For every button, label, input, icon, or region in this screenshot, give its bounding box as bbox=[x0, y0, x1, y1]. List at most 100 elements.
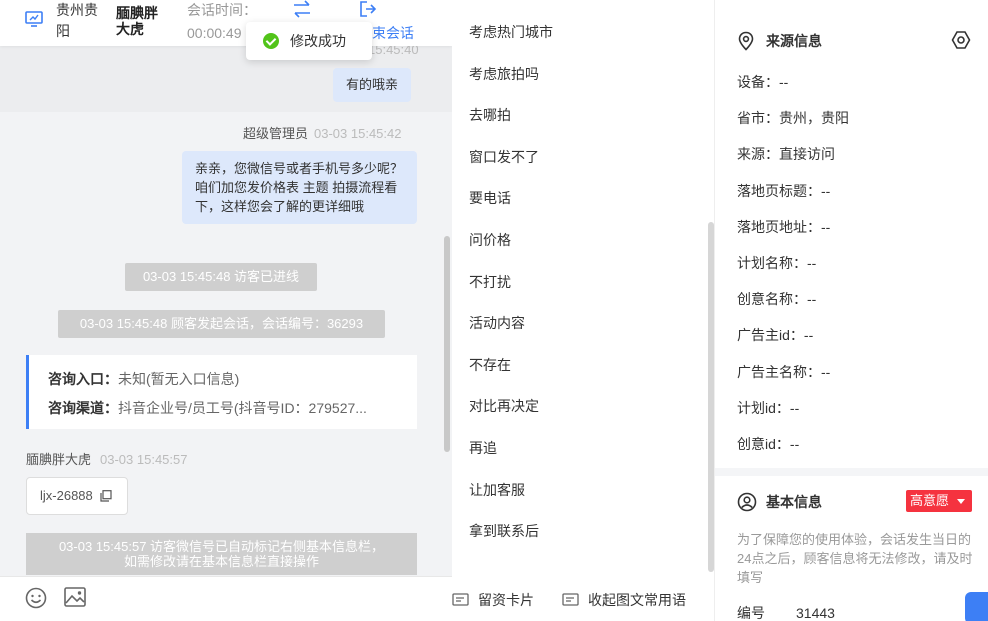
source-info-label: 省市： bbox=[737, 110, 779, 127]
phrase-item[interactable]: 让加客服 bbox=[469, 480, 525, 500]
agent-message-time: 03-03 15:45:42 bbox=[314, 126, 402, 141]
consult-entry-value: 未知(暂无入口信息) bbox=[118, 371, 240, 387]
floating-chat-button[interactable] bbox=[965, 592, 988, 621]
phrases-toolbar: 留资卡片 收起图文常用语 bbox=[452, 580, 714, 621]
source-info-label: 创意id： bbox=[737, 436, 790, 452]
agent-message-header: 超级管理员 03-03 15:45:42 bbox=[243, 125, 401, 143]
consult-entry-row: 咨询入口：未知(暂无入口信息) bbox=[48, 370, 404, 388]
source-info-row: 广告主id：-- bbox=[737, 325, 813, 345]
monitor-icon bbox=[25, 11, 43, 27]
success-toast: 修改成功 bbox=[246, 22, 372, 60]
phrase-item[interactable]: 不打扰 bbox=[469, 272, 511, 292]
agent-message: 亲亲，您微信号或者手机号多少呢？咱们加您发价格表 主题 拍摄流程看下，这样您会了… bbox=[182, 151, 417, 224]
source-info-value: -- bbox=[807, 255, 817, 271]
source-info-label: 设备： bbox=[737, 74, 779, 90]
input-toolbar bbox=[0, 576, 452, 621]
intent-level-dropdown[interactable]: 高意愿 bbox=[906, 490, 972, 512]
visitor-message-header: 腼腆胖大虎 03-03 15:45:57 bbox=[26, 451, 187, 469]
source-info-label: 创意名称： bbox=[737, 291, 807, 308]
source-info-label: 广告主名称： bbox=[737, 363, 821, 380]
phrase-item[interactable]: 考虑热门城市 bbox=[469, 22, 553, 42]
session-time-label: 会话时间： bbox=[187, 2, 257, 18]
leave-card-label: 留资卡片 bbox=[478, 592, 534, 608]
system-message-auto-mark: 03-03 15:45:57 访客微信号已自动标记右侧基本信息栏， 如需修改请在… bbox=[26, 533, 417, 575]
source-info-row: 落地页地址：-- bbox=[737, 217, 830, 237]
edit-deadline-note: 为了保障您的使用体验，会话发生当日的24点之后，顾客信息将无法修改，请及时填写 bbox=[737, 532, 973, 585]
source-info-label: 来源： bbox=[737, 146, 779, 163]
session-time: 00:00:49 bbox=[187, 25, 242, 41]
source-info-value: 直接访问 bbox=[779, 146, 835, 163]
phrase-item[interactable]: 拿到联系后 bbox=[469, 521, 539, 541]
source-info-label: 计划id： bbox=[737, 399, 790, 416]
source-info-value: -- bbox=[789, 436, 800, 452]
source-info-row: 设备：-- bbox=[737, 72, 788, 92]
consult-info-card: 咨询入口：未知(暂无入口信息) 咨询渠道：抖音企业号/员工号(抖音号ID：279… bbox=[26, 355, 417, 429]
copy-icon[interactable] bbox=[100, 490, 112, 502]
customer-number-value: 31443 bbox=[796, 605, 835, 621]
phrase-item[interactable]: 去哪拍 bbox=[469, 105, 511, 125]
source-info-value: -- bbox=[803, 327, 814, 344]
source-info-value: -- bbox=[821, 182, 831, 199]
user-circle-icon bbox=[737, 492, 757, 512]
source-info-row: 创意id：-- bbox=[737, 434, 799, 454]
source-info-value: -- bbox=[821, 218, 831, 235]
agent-name: 超级管理员 bbox=[243, 126, 309, 141]
exit-icon[interactable] bbox=[359, 0, 377, 18]
auto-mark-line-1: 03-03 15:45:57 访客微信号已自动标记右侧基本信息栏， bbox=[58, 539, 385, 554]
leave-card-button[interactable]: 留资卡片 bbox=[452, 590, 534, 610]
consult-channel-value: 抖音企业号/员工号(抖音号ID：279527... bbox=[118, 400, 367, 416]
source-info-value: -- bbox=[779, 74, 789, 90]
source-info-row: 省市：贵州，贵阳 bbox=[737, 108, 849, 128]
customer-number-label: 编号 bbox=[737, 605, 765, 621]
section-divider bbox=[715, 468, 988, 476]
phrase-item[interactable]: 对比再决定 bbox=[469, 396, 539, 416]
location-pin-icon bbox=[738, 31, 754, 51]
source-info-value: -- bbox=[789, 399, 800, 416]
session-header: 贵州贵阳 腼腆胖大虎 会话时间： 00:00:49 束会话 bbox=[0, 0, 452, 46]
chat-scrollbar[interactable] bbox=[444, 236, 450, 452]
source-info-title: 来源信息 bbox=[737, 31, 822, 51]
card-icon bbox=[562, 593, 579, 606]
source-info-title-text: 来源信息 bbox=[766, 33, 822, 49]
customer-message: 有的哦亲 bbox=[333, 68, 412, 102]
settings-icon[interactable] bbox=[951, 30, 971, 50]
source-info-row: 来源：直接访问 bbox=[737, 144, 835, 164]
emoji-icon[interactable] bbox=[25, 587, 47, 609]
phrase-item[interactable]: 再追 bbox=[469, 438, 497, 458]
phrases-scrollbar[interactable] bbox=[708, 222, 714, 572]
source-info-row: 广告主名称：-- bbox=[737, 362, 830, 382]
end-session-button[interactable]: 束会话 bbox=[372, 23, 414, 44]
image-icon[interactable] bbox=[64, 587, 86, 607]
phrase-item[interactable]: 考虑旅拍吗 bbox=[469, 64, 539, 84]
source-info-value: -- bbox=[821, 363, 831, 380]
consult-channel-label: 咨询渠道： bbox=[48, 400, 118, 416]
source-info-label: 落地页标题： bbox=[737, 182, 821, 199]
phrase-item[interactable]: 不存在 bbox=[469, 355, 511, 375]
collapse-phrases-button[interactable]: 收起图文常用语 bbox=[562, 590, 686, 610]
source-info-label: 落地页地址： bbox=[737, 218, 821, 235]
source-info-label: 广告主id： bbox=[737, 327, 804, 344]
source-info-value: -- bbox=[807, 291, 817, 308]
basic-info-title-text: 基本信息 bbox=[766, 494, 822, 510]
phrase-item[interactable]: 要电话 bbox=[469, 188, 511, 208]
phrase-item[interactable]: 活动内容 bbox=[469, 313, 525, 333]
toast-text: 修改成功 bbox=[290, 33, 346, 49]
phrase-item[interactable]: 问价格 bbox=[469, 230, 511, 250]
visitor-location: 贵州贵阳 bbox=[56, 2, 98, 39]
system-message-visitor-entered: 03-03 15:45:48 访客已进线 bbox=[125, 263, 317, 291]
check-circle-icon bbox=[263, 33, 279, 49]
wechat-id-text: ljx-26888 bbox=[40, 488, 93, 503]
source-info-label: 计划名称： bbox=[737, 255, 807, 271]
phrase-item[interactable]: 窗口发不了 bbox=[469, 147, 539, 167]
source-info-row: 创意名称：-- bbox=[737, 289, 816, 309]
card-icon bbox=[452, 593, 469, 606]
transfer-icon[interactable] bbox=[292, 0, 312, 18]
source-info-row: 计划名称：-- bbox=[737, 253, 816, 273]
source-info-row: 落地页标题：-- bbox=[737, 181, 830, 201]
source-info-row: 计划id：-- bbox=[737, 398, 799, 418]
wechat-id-message: ljx-26888 bbox=[26, 477, 128, 515]
quick-phrases-panel: 考虑热门城市 考虑旅拍吗去哪拍窗口发不了要电话问价格不打扰活动内容不存在对比再决定… bbox=[452, 0, 715, 621]
auto-mark-line-2: 如需修改请在基本信息栏直接操作 bbox=[123, 554, 319, 569]
chat-panel: 贵州贵阳 腼腆胖大虎 会话时间： 00:00:49 束会话 修改成功 15:45… bbox=[0, 0, 452, 621]
basic-info-title: 基本信息 bbox=[737, 492, 822, 512]
